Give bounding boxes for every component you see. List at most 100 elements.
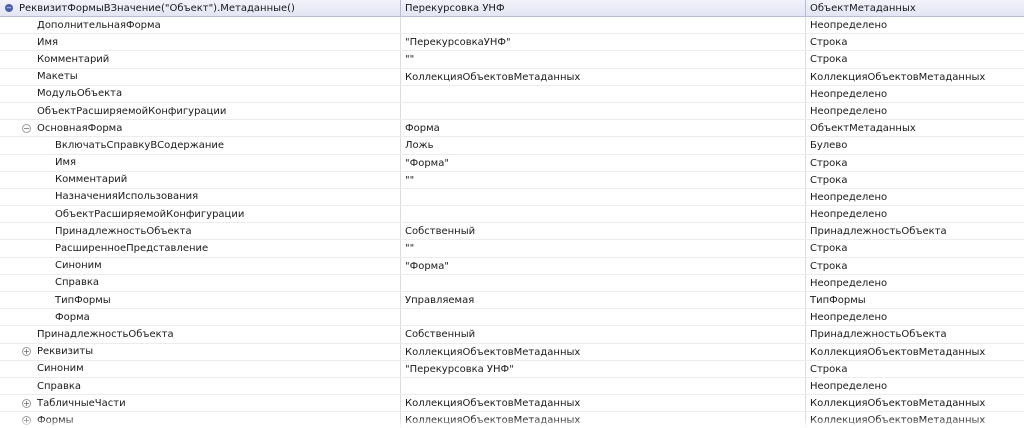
table-row[interactable]: Справка Неопределено (0, 274, 1024, 292)
cell-type[interactable]: ТипФормы (806, 292, 1024, 308)
cell-property-name[interactable]: ОбъектРасширяемойКонфигурации (0, 102, 401, 120)
cell-property-name[interactable]: ВключатьСправкуВСодержание (0, 137, 401, 154)
cell-type[interactable]: Строка (806, 258, 1024, 274)
cell-value[interactable]: "Форма" (401, 154, 806, 171)
cell-property-name[interactable]: МодульОбъекта (0, 85, 401, 102)
table-row[interactable]: ОбъектРасширяемойКонфигурации Неопределен… (0, 102, 1024, 121)
cell-type[interactable]: Строка (806, 155, 1024, 171)
cell-type[interactable]: Неопределено (806, 309, 1024, 325)
cell-property-name[interactable]: Справка (0, 377, 401, 395)
table-row[interactable]: РасширенноеПредставление "" Строка (0, 240, 1024, 258)
table-row[interactable]: + Формы КоллекцияОбъектовМетаданных Коллекц… (0, 412, 1024, 428)
cell-type[interactable]: Неопределено (806, 206, 1024, 222)
cell-property-name[interactable]: Комментарий (0, 171, 401, 188)
cell-type[interactable]: ОбъектМетаданных (806, 120, 1024, 136)
cell-property-name[interactable]: ДополнительнаяФорма (0, 17, 401, 34)
header-col-type[interactable]: ОбъектМетаданных (806, 0, 1024, 16)
cell-property-name[interactable]: ТипФормы (0, 292, 401, 309)
cell-type[interactable]: Неопределено (806, 86, 1024, 102)
cell-type[interactable]: Строка (806, 51, 1024, 67)
table-row[interactable]: Комментарий "" Строка (0, 171, 1024, 189)
cell-type[interactable]: ПринадлежностьОбъекта (806, 326, 1024, 342)
cell-value[interactable] (401, 377, 806, 395)
cell-property-name[interactable]: ПринадлежностьОбъекта (0, 326, 401, 343)
cell-type[interactable]: Неопределено (806, 378, 1024, 394)
cell-value[interactable] (401, 102, 806, 120)
cell-value[interactable]: Форма (401, 120, 806, 137)
cell-value[interactable]: Собственный (401, 326, 806, 343)
cell-value[interactable]: КоллекцияОбъектовМетаданных (401, 343, 806, 360)
cell-property-name[interactable]: Имя (0, 34, 401, 51)
table-row[interactable]: − ОсновнаяФорма Форма ОбъектМетаданных (0, 120, 1024, 138)
table-row[interactable]: Синоним "Перекурсовка УНФ" Строка (0, 360, 1024, 378)
cell-type[interactable]: Строка (806, 361, 1024, 377)
cell-type[interactable]: Булево (806, 137, 1024, 153)
cell-type[interactable]: КоллекцияОбъектовМетаданных (806, 69, 1024, 85)
cell-property-name[interactable]: Синоним (0, 257, 401, 274)
table-row[interactable]: НазначенияИспользования Неопределено (0, 188, 1024, 207)
cell-property-name[interactable]: + Формы (0, 412, 401, 428)
table-row[interactable]: + ТабличныеЧасти КоллекцияОбъектовМетаданн… (0, 395, 1024, 413)
cell-property-name[interactable]: Макеты (0, 68, 401, 85)
cell-type[interactable]: Неопределено (806, 275, 1024, 291)
cell-property-name[interactable]: Имя (0, 154, 401, 171)
cell-property-name[interactable]: − ОсновнаяФорма (0, 120, 401, 137)
cell-property-name[interactable]: Комментарий (0, 51, 401, 68)
cell-type[interactable]: КоллекцияОбъектовМетаданных (806, 395, 1024, 411)
table-row[interactable]: Комментарий "" Строка (0, 51, 1024, 69)
cell-property-name[interactable]: ОбъектРасширяемойКонфигурации (0, 206, 401, 223)
cell-value[interactable] (401, 85, 806, 102)
cell-type[interactable]: Неопределено (806, 103, 1024, 119)
cell-value[interactable]: "" (401, 240, 806, 257)
table-row[interactable]: ТипФормы Управляемая ТипФормы (0, 292, 1024, 310)
cell-value[interactable] (401, 206, 806, 223)
table-row[interactable]: + Реквизиты КоллекцияОбъектовМетаданных Кол… (0, 343, 1024, 361)
cell-value[interactable]: "ПерекурсовкаУНФ" (401, 34, 806, 51)
cell-value[interactable]: "" (401, 51, 806, 68)
cell-value[interactable] (401, 17, 806, 34)
table-row[interactable]: Имя "ПерекурсовкаУНФ" Строка (0, 34, 1024, 52)
cell-property-name[interactable]: Форма (0, 309, 401, 326)
table-row[interactable]: Синоним "Форма" Строка (0, 257, 1024, 275)
table-row[interactable]: Справка Неопределено (0, 377, 1024, 396)
metadata-tree-grid[interactable]: − РеквизитФормыВЗначение("Объект").Метад… (0, 0, 1024, 428)
table-row[interactable]: ОбъектРасширяемойКонфигурации Неопределен… (0, 206, 1024, 224)
cell-property-name[interactable]: РасширенноеПредставление (0, 240, 401, 257)
cell-property-name[interactable]: + ТабличныеЧасти (0, 395, 401, 412)
cell-value[interactable]: КоллекцияОбъектовМетаданных (401, 68, 806, 85)
table-row[interactable]: МодульОбъекта Неопределено (0, 85, 1024, 103)
expand-icon[interactable]: + (22, 415, 31, 425)
table-row[interactable]: Макеты КоллекцияОбъектовМетаданных Коллекц… (0, 68, 1024, 86)
table-row[interactable]: Форма Неопределено (0, 309, 1024, 327)
cell-value[interactable]: Управляемая (401, 292, 806, 309)
cell-type[interactable]: Строка (806, 34, 1024, 50)
table-row[interactable]: ПринадлежностьОбъекта Собственный Принадле… (0, 223, 1024, 241)
cell-value[interactable]: КоллекцияОбъектовМетаданных (401, 412, 806, 428)
cell-type[interactable]: КоллекцияОбъектовМетаданных (806, 412, 1024, 428)
cell-value[interactable] (401, 309, 806, 326)
cell-value[interactable] (401, 274, 806, 291)
cell-value[interactable]: Собственный (401, 223, 806, 240)
cell-type[interactable]: КоллекцияОбъектовМетаданных (806, 344, 1024, 360)
collapse-icon[interactable]: − (22, 123, 31, 133)
table-row[interactable]: ПринадлежностьОбъекта Собственный Принадле… (0, 326, 1024, 344)
cell-value[interactable] (401, 188, 806, 206)
cell-property-name[interactable]: Синоним (0, 360, 401, 377)
cell-value[interactable]: "Форма" (401, 257, 806, 274)
collapse-icon[interactable]: − (5, 4, 13, 12)
cell-value[interactable]: Ложь (401, 137, 806, 154)
expand-icon[interactable]: + (22, 347, 31, 357)
cell-type[interactable]: Строка (806, 172, 1024, 188)
table-row[interactable]: Имя "Форма" Строка (0, 154, 1024, 172)
header-col-expression[interactable]: − РеквизитФормыВЗначение("Объект").Метад… (0, 0, 401, 16)
table-row[interactable]: ВключатьСправкуВСодержание Ложь Булево (0, 137, 1024, 155)
cell-value[interactable]: КоллекцияОбъектовМетаданных (401, 395, 806, 412)
cell-value[interactable]: "" (401, 171, 806, 188)
table-row[interactable]: ДополнительнаяФорма Неопределено (0, 17, 1024, 35)
cell-value[interactable]: "Перекурсовка УНФ" (401, 360, 806, 377)
cell-property-name[interactable]: ПринадлежностьОбъекта (0, 223, 401, 240)
cell-property-name[interactable]: НазначенияИспользования (0, 188, 401, 206)
expand-icon[interactable]: + (22, 398, 31, 408)
cell-type[interactable]: Неопределено (806, 17, 1024, 33)
cell-type[interactable]: Неопределено (806, 189, 1024, 205)
